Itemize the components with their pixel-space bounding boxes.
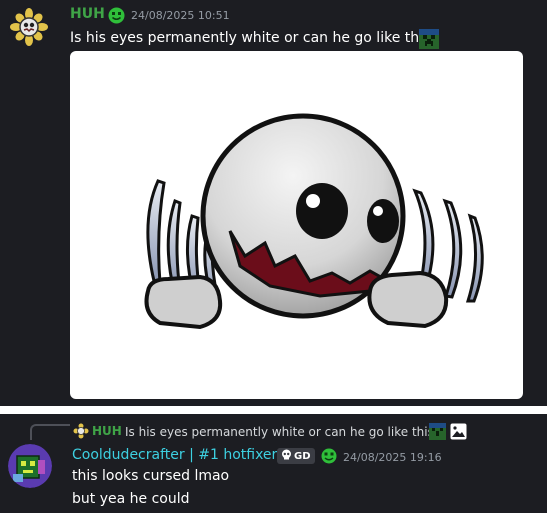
green-creeper-emoji-icon bbox=[429, 423, 446, 440]
message-timestamp: 24/08/2025 10:51 bbox=[131, 9, 230, 22]
message-author[interactable]: Cooldudecrafter | #1 hotfixer bbox=[72, 447, 277, 463]
sunflower-avatar-icon[interactable] bbox=[73, 423, 89, 439]
sunflower-avatar-icon[interactable] bbox=[8, 6, 50, 48]
message-divider bbox=[0, 406, 547, 414]
message-text-line: but yea he could bbox=[72, 491, 190, 507]
reply-author[interactable]: HUH bbox=[92, 424, 122, 438]
green-creeper-emoji-icon bbox=[419, 29, 439, 49]
reply-connector bbox=[30, 424, 70, 440]
reply-text[interactable]: Is his eyes permanently white or can he … bbox=[125, 425, 440, 439]
clan-tag-label: GD bbox=[294, 450, 311, 462]
image-icon bbox=[450, 423, 467, 440]
message-text-line: this looks cursed lmao bbox=[72, 468, 230, 484]
message-timestamp: 24/08/2025 19:16 bbox=[343, 451, 442, 464]
green-smiley-badge-icon bbox=[321, 448, 337, 464]
skull-icon bbox=[281, 449, 292, 463]
avatar[interactable] bbox=[8, 444, 52, 488]
clan-tag[interactable]: GD bbox=[277, 448, 315, 464]
message-text: Is his eyes permanently white or can he … bbox=[70, 30, 438, 46]
image-attachment[interactable] bbox=[70, 51, 523, 399]
green-smiley-badge-icon bbox=[108, 7, 125, 24]
message-author[interactable]: HUH bbox=[70, 6, 105, 22]
